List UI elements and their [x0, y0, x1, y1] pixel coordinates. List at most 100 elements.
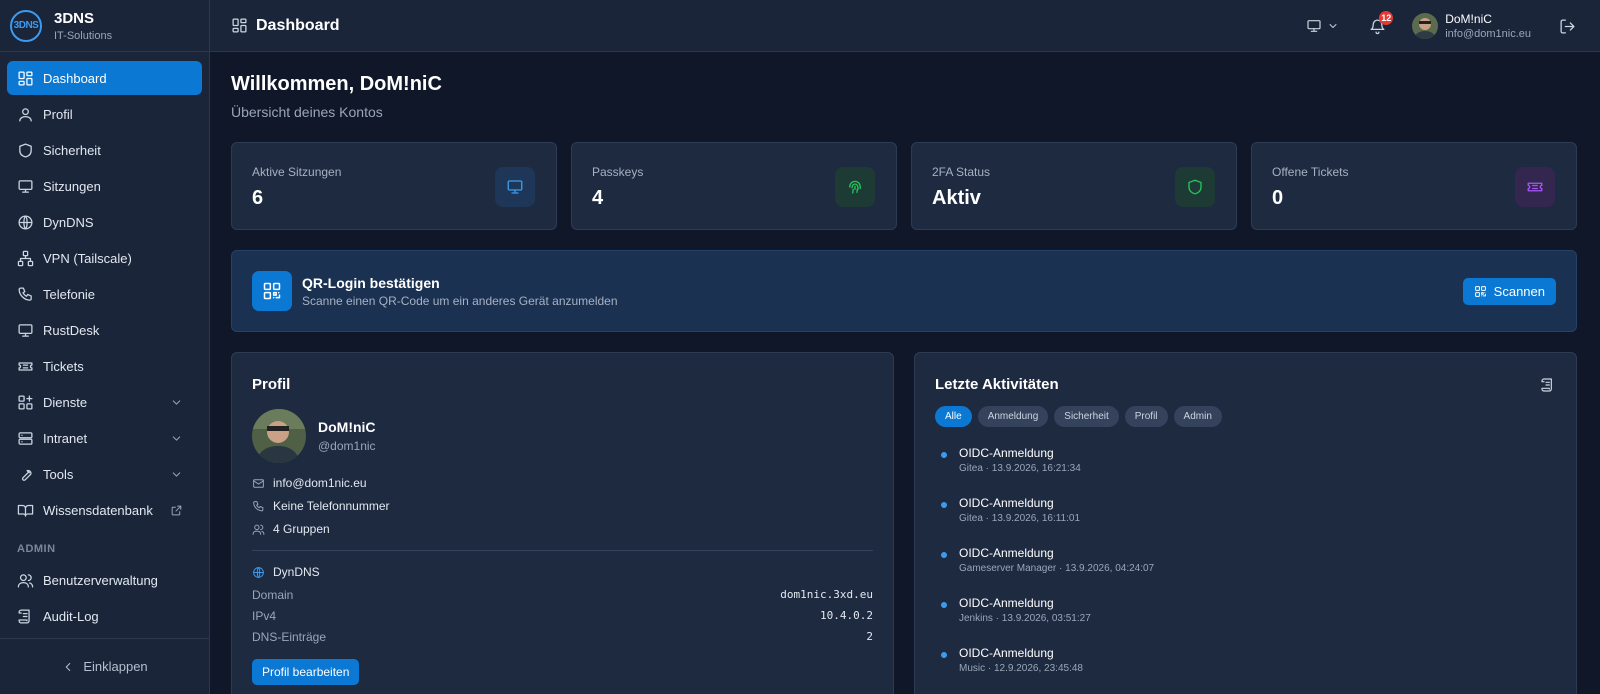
brand-logo: 3DNS	[10, 9, 42, 42]
sidebar-item-label: Dashboard	[43, 70, 107, 86]
list-item[interactable]: OIDC-Anmeldung Music · 12.9.2026, 23:45:…	[941, 646, 1083, 674]
shield-icon	[1188, 179, 1202, 195]
dyndns-title: DynDNS	[273, 565, 320, 579]
sidebar-item-sitzungen[interactable]: Sitzungen	[7, 169, 202, 203]
sidebar-item-dienste[interactable]: Dienste	[7, 385, 202, 419]
sidebar-item-vpn[interactable]: VPN (Tailscale)	[7, 241, 202, 275]
stat-card-sessions[interactable]: Aktive Sitzungen 6	[231, 142, 557, 230]
sidebar-item-audit-log[interactable]: Audit-Log	[7, 599, 202, 633]
sidebar-item-benutzerverwaltung[interactable]: Benutzerverwaltung	[7, 563, 202, 597]
chevron-down-icon	[172, 435, 181, 441]
qr-code-icon	[1474, 286, 1486, 297]
scan-button[interactable]: Scannen	[1462, 278, 1556, 305]
sidebar-item-label: Dienste	[43, 394, 88, 410]
shield-icon	[19, 142, 32, 158]
monitor-icon	[18, 179, 33, 193]
avatar	[1412, 13, 1439, 39]
activity-meta: Gameserver Manager · 13.9.2026, 04:24:07	[959, 563, 1155, 574]
sidebar-item-tools[interactable]: Tools	[7, 457, 202, 491]
sidebar-item-label: Wissensdatenbank	[43, 502, 153, 518]
phone-icon	[18, 286, 32, 301]
field-value: 10.4.0.2	[820, 609, 873, 622]
fingerprint-icon	[849, 180, 861, 194]
sidebar-item-label: Benutzerverwaltung	[43, 572, 158, 588]
users-icon	[17, 573, 34, 588]
activity-panel: Letzte Aktivitäten Alle Anmeldung Sicher…	[914, 352, 1577, 694]
notification-badge: 12	[1379, 10, 1394, 25]
globe-icon	[18, 214, 33, 230]
stat-label: 2FA Status	[932, 165, 991, 179]
filter-chip-alle[interactable]: Alle	[935, 406, 972, 427]
stat-icon	[835, 167, 875, 207]
main-content: Willkommen, DoM!niC Übersicht deines Kon…	[231, 52, 1577, 694]
stat-label: Passkeys	[592, 165, 644, 179]
field-key: Domain	[252, 588, 294, 602]
sidebar-item-wissensdatenbank[interactable]: Wissensdatenbank	[7, 493, 202, 527]
list-item[interactable]: OIDC-Anmeldung Gameserver Manager · 13.9…	[941, 546, 1155, 574]
book-icon	[17, 504, 34, 517]
stat-card-passkeys[interactable]: Passkeys 4	[571, 142, 897, 230]
activity-title: OIDC-Anmeldung	[959, 596, 1054, 610]
filter-chip-profil[interactable]: Profil	[1124, 406, 1168, 427]
filter-chip-admin[interactable]: Admin	[1173, 406, 1222, 427]
qr-login-banner: QR-Login bestätigen Scanne einen QR-Code…	[231, 250, 1577, 332]
sidebar-item-intranet[interactable]: Intranet	[7, 421, 202, 455]
log-icon	[1541, 378, 1552, 392]
theme-device-toggle[interactable]	[1306, 18, 1339, 34]
dyndns-records-row: DNS-Einträge 2	[252, 630, 873, 644]
stat-card-tickets[interactable]: Offene Tickets 0	[1251, 142, 1577, 230]
profile-email-row: info@dom1nic.eu	[252, 476, 367, 490]
profile-phone: Keine Telefonnummer	[273, 499, 390, 513]
ticket-icon	[1527, 182, 1543, 192]
activity-dot	[941, 452, 947, 458]
field-key: DNS-Einträge	[252, 630, 327, 644]
list-item[interactable]: OIDC-Anmeldung Gitea · 13.9.2026, 16:21:…	[941, 446, 1081, 474]
sidebar-item-dyndns[interactable]: DynDNS	[7, 205, 202, 239]
chevron-down-icon	[172, 471, 181, 477]
dyndns-heading: DynDNS	[252, 565, 320, 579]
collapse-sidebar-button[interactable]: Einklappen	[0, 638, 209, 694]
activity-dot	[941, 502, 947, 508]
sidebar-item-telefonie[interactable]: Telefonie	[7, 277, 202, 311]
edit-profile-button[interactable]: Profil bearbeiten	[252, 659, 360, 685]
scan-button-label: Scannen	[1493, 284, 1545, 299]
globe-icon	[253, 566, 264, 578]
sidebar-item-label: Tickets	[43, 358, 84, 374]
notifications-button[interactable]: 12	[1369, 10, 1394, 35]
sidebar-nav: Dashboard Profil Sicherheit Sitzungen Dy…	[0, 52, 209, 633]
list-item[interactable]: OIDC-Anmeldung Gitea · 13.9.2026, 16:11:…	[941, 496, 1080, 524]
stat-value: 6	[252, 187, 264, 209]
sidebar-item-label: DynDNS	[43, 214, 94, 230]
brand-name: 3DNS	[54, 9, 95, 27]
log-icon	[18, 608, 30, 624]
user-menu[interactable]: DoM!niC info@dom1nic.eu	[1412, 12, 1531, 40]
sidebar-item-dashboard[interactable]: Dashboard	[7, 61, 202, 95]
list-item[interactable]: OIDC-Anmeldung Jenkins · 13.9.2026, 03:5…	[941, 596, 1091, 624]
admin-section-heading: ADMIN	[17, 543, 56, 555]
sidebar-item-sicherheit[interactable]: Sicherheit	[7, 133, 202, 167]
panel-title: Profil	[252, 376, 291, 393]
logout-button[interactable]	[1559, 18, 1576, 35]
activity-title: OIDC-Anmeldung	[959, 496, 1054, 510]
chevron-left-icon	[66, 662, 71, 671]
user-icon	[19, 107, 32, 122]
sidebar-item-profil[interactable]: Profil	[7, 97, 202, 131]
brand-subtitle: IT-Solutions	[54, 29, 113, 42]
divider	[252, 550, 873, 551]
dyndns-domain-row: Domain dom1nic.3xd.eu	[252, 588, 873, 602]
filter-chip-sicherheit[interactable]: Sicherheit	[1054, 406, 1119, 427]
activity-title: OIDC-Anmeldung	[959, 646, 1054, 660]
filter-chip-anmeldung[interactable]: Anmeldung	[977, 406, 1049, 427]
logout-icon	[1560, 18, 1575, 34]
stat-card-2fa[interactable]: 2FA Status Aktiv	[911, 142, 1237, 230]
sidebar-item-rustdesk[interactable]: RustDesk	[7, 313, 202, 347]
stat-label: Aktive Sitzungen	[252, 165, 342, 179]
sidebar-item-tickets[interactable]: Tickets	[7, 349, 202, 383]
sidebar-item-label: Tools	[43, 466, 74, 482]
activity-log-button[interactable]	[1540, 377, 1556, 393]
stat-icon	[1515, 167, 1555, 207]
profile-handle: @dom1nic	[318, 439, 376, 453]
qr-icon-box	[252, 271, 292, 311]
activity-title: OIDC-Anmeldung	[959, 546, 1054, 560]
activity-title: OIDC-Anmeldung	[959, 446, 1054, 460]
